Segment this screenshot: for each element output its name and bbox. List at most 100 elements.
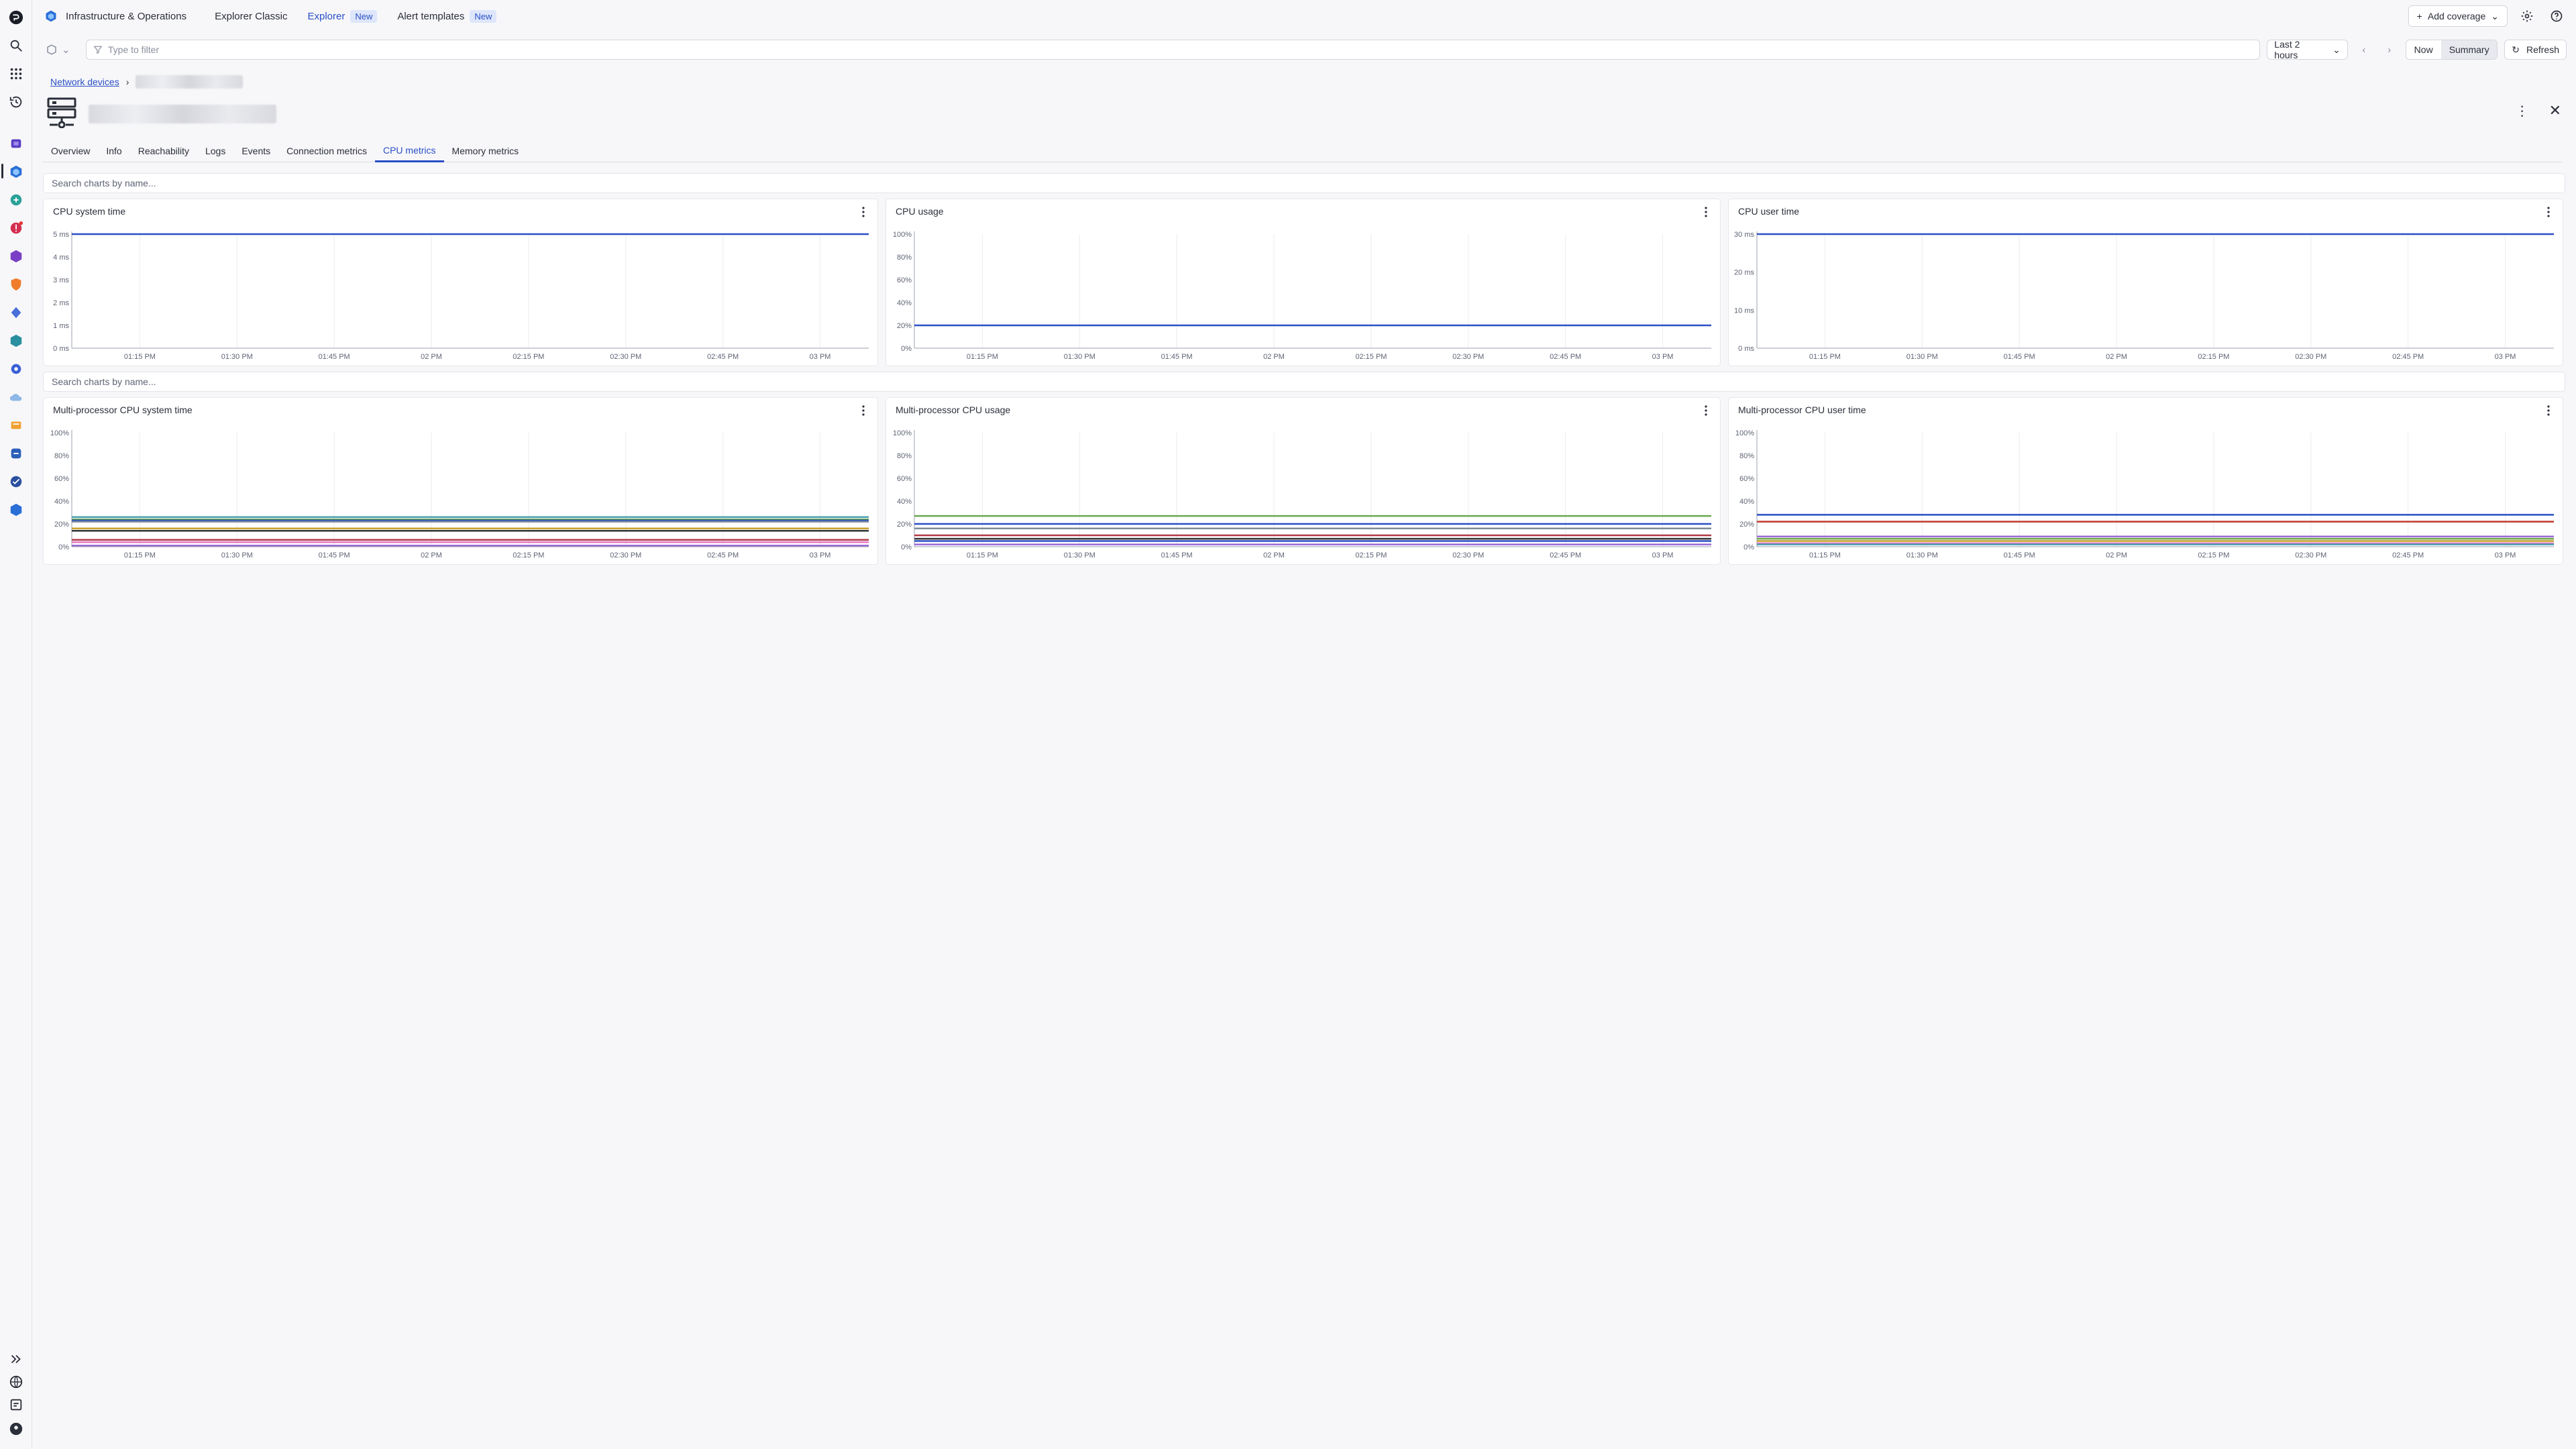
apps-grid-icon[interactable] — [8, 66, 24, 82]
infrastructure-app-icon[interactable] — [8, 164, 24, 180]
redacted-device-name — [136, 75, 244, 89]
y-tick-label: 40% — [897, 498, 912, 506]
timeframe-selector[interactable]: Last 2 hours ⌄ — [2267, 39, 2348, 60]
tab-connection-metrics[interactable]: Connection metrics — [278, 140, 375, 162]
y-tick-label: 60% — [897, 475, 912, 483]
y-tick-label: 1 ms — [53, 322, 69, 330]
y-tick-label: 40% — [897, 299, 912, 307]
app-launcher-icon-2[interactable] — [8, 192, 24, 208]
app-launcher-icon-1[interactable] — [8, 136, 24, 152]
app-launcher-icon-5[interactable] — [8, 333, 24, 349]
app-launcher-icon-8[interactable] — [8, 445, 24, 462]
app-launcher-icon-7[interactable] — [8, 417, 24, 433]
app-launcher-icon-3[interactable] — [8, 248, 24, 264]
tab-reachability[interactable]: Reachability — [130, 140, 197, 162]
breadcrumb-network-devices[interactable]: Network devices — [50, 76, 119, 87]
help-icon — [2551, 10, 2563, 22]
previous-timeframe-button[interactable]: ‹ — [2355, 40, 2373, 60]
x-tick-label: 02 PM — [421, 551, 442, 559]
search-charts-input[interactable]: Search charts by name... — [43, 372, 2565, 392]
chevron-right-icon: › — [125, 76, 129, 87]
app-launcher-icon-9[interactable] — [8, 474, 24, 490]
left-rail — [0, 0, 32, 1449]
x-tick-label: 01:45 PM — [1161, 551, 1193, 559]
tab-label: Alert templates — [397, 10, 465, 22]
chart-plot: 01:15 PM 01:30 PM 01:45 PM 02 PM 02:15 PM 02:… — [1734, 231, 2554, 361]
history-icon[interactable] — [8, 94, 24, 110]
x-tick-label: 02:15 PM — [1355, 551, 1387, 559]
tab-cpu-metrics[interactable]: CPU metrics — [374, 140, 444, 162]
chart-card: Multi-processor CPU usage 01:15 PM 01:30 P… — [885, 397, 1721, 565]
x-tick-label: 03 PM — [2495, 551, 2516, 559]
timeframe-label: Last 2 hours — [2274, 39, 2300, 60]
filter-input[interactable]: Type to filter — [85, 40, 2261, 60]
tab-events[interactable]: Events — [233, 140, 278, 162]
y-tick-label: 3 ms — [53, 276, 69, 284]
x-tick-label: 02:45 PM — [2392, 551, 2424, 559]
app-launcher-icon-10[interactable] — [8, 502, 24, 518]
user-avatar-icon[interactable] — [8, 1421, 24, 1437]
security-app-icon[interactable] — [8, 276, 24, 292]
add-coverage-button[interactable]: + Add coverage ⌄ — [2408, 5, 2508, 27]
y-tick-label: 20% — [897, 521, 912, 529]
y-tick-label: 20% — [1739, 521, 1754, 529]
next-timeframe-button[interactable]: › — [2380, 40, 2399, 60]
y-tick-label: 0% — [1743, 543, 1754, 551]
tab-alert-templates[interactable]: Alert templates New — [397, 9, 497, 23]
redacted-page-title — [89, 105, 276, 123]
problems-app-icon[interactable] — [8, 220, 24, 236]
x-tick-label: 01:30 PM — [1907, 353, 1938, 361]
x-tick-label: 01:15 PM — [124, 551, 156, 559]
search-icon[interactable] — [8, 38, 24, 54]
x-tick-label: 01:45 PM — [319, 353, 350, 361]
tab-explorer-classic[interactable]: Explorer Classic — [215, 11, 287, 22]
refresh-icon: ↻ — [2512, 44, 2520, 55]
settings-button[interactable] — [2517, 6, 2537, 26]
segment-selector[interactable]: ⌄ — [42, 40, 79, 60]
x-tick-label: 03 PM — [810, 353, 831, 361]
summary-button[interactable]: Summary — [2440, 40, 2498, 59]
globe-icon[interactable] — [8, 1374, 24, 1390]
chart-card: CPU system time 01:15 PM 01:30 PM 01:45 PM 0… — [43, 199, 878, 366]
app-launcher-icon-6[interactable] — [8, 361, 24, 377]
expand-rail-icon[interactable] — [8, 1351, 24, 1367]
dynatrace-logo-icon[interactable] — [8, 9, 24, 25]
segments-icon — [47, 44, 56, 55]
tab-memory-metrics[interactable]: Memory metrics — [444, 140, 527, 162]
now-button[interactable]: Now — [2406, 40, 2441, 59]
new-badge: New — [350, 9, 378, 23]
notifications-icon[interactable] — [8, 1397, 24, 1413]
close-button[interactable]: ✕ — [2549, 102, 2561, 119]
x-tick-label: 01:30 PM — [1907, 551, 1938, 559]
gear-icon — [2521, 10, 2533, 22]
x-tick-label: 01:15 PM — [124, 353, 156, 361]
filter-bar: ⌄ Type to filter Last 2 hours ⌄ ‹ › Now … — [32, 36, 2576, 63]
x-tick-label: 03 PM — [1652, 353, 1674, 361]
x-tick-label: 02:30 PM — [610, 551, 641, 559]
filter-placeholder: Type to filter — [107, 44, 160, 55]
search-charts-input[interactable]: Search charts by name... — [43, 173, 2565, 193]
add-coverage-label: Add coverage — [2427, 11, 2486, 21]
chart-card: CPU user time 01:15 PM 01:30 PM 01:45 PM 02 … — [1728, 199, 2563, 366]
chevron-down-icon: ⌄ — [2332, 44, 2341, 55]
chart-plot: 01:15 PM 01:30 PM 01:45 PM 02 PM 02:15 PM 02:… — [50, 429, 869, 559]
tab-explorer[interactable]: Explorer New — [307, 9, 378, 23]
refresh-button[interactable]: ↻ Refresh — [2504, 40, 2567, 60]
y-tick-label: 20% — [54, 521, 69, 529]
help-button[interactable] — [2546, 6, 2567, 26]
tab-info[interactable]: Info — [98, 140, 129, 162]
cloud-app-icon[interactable] — [8, 389, 24, 405]
x-tick-label: 01:30 PM — [221, 551, 253, 559]
x-tick-label: 03 PM — [2495, 353, 2516, 361]
tab-overview[interactable]: Overview — [43, 140, 98, 162]
x-tick-label: 02:45 PM — [1550, 551, 1581, 559]
app-launcher-icon-4[interactable] — [8, 305, 24, 321]
x-tick-label: 02:45 PM — [2392, 353, 2424, 361]
x-tick-label: 02 PM — [2106, 551, 2127, 559]
tab-logs[interactable]: Logs — [197, 140, 233, 162]
y-tick-label: 60% — [1739, 475, 1754, 483]
y-tick-label: 2 ms — [53, 299, 69, 307]
x-tick-label: 01:30 PM — [221, 353, 253, 361]
more-options-button[interactable]: ⋮ — [2516, 103, 2529, 119]
chart-plot: 01:15 PM 01:30 PM 01:45 PM 02 PM 02:15 PM 02:… — [1735, 429, 2554, 559]
